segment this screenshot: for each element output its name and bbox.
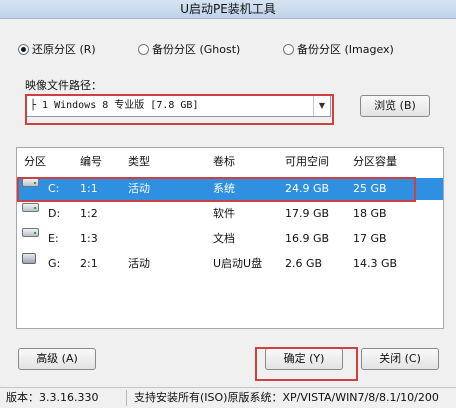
cell-free-space: 2.6 GB xyxy=(285,257,323,270)
highlight-box-image-path xyxy=(25,94,334,125)
cell-free-space: 16.9 GB xyxy=(285,232,330,245)
column-header-type[interactable]: 类型 xyxy=(128,152,150,171)
column-header-capacity[interactable]: 分区容量 xyxy=(353,152,397,171)
cell-volume-label: U启动U盘 xyxy=(213,257,263,270)
column-header-number[interactable]: 编号 xyxy=(80,152,102,171)
browse-button[interactable]: 浏览 (B) xyxy=(360,95,430,117)
radio-backup-imagex[interactable]: 备份分区 (Imagex) xyxy=(283,42,394,58)
cell-type: 活动 xyxy=(128,257,150,270)
cell-drive: D: xyxy=(48,207,61,220)
column-header-volume-label[interactable]: 卷标 xyxy=(213,152,235,171)
cell-number: 1:2 xyxy=(80,207,98,220)
window-title: U启动PE装机工具 xyxy=(180,2,276,16)
radio-unselected-icon xyxy=(283,44,294,55)
version-text: 版本：3.3.16.330 xyxy=(6,391,99,404)
cell-capacity: 14.3 GB xyxy=(353,257,398,270)
radio-restore-partition[interactable]: 还原分区 (R) xyxy=(18,42,96,58)
radio-backup-ghost[interactable]: 备份分区 (Ghost) xyxy=(138,42,240,58)
highlight-box-ok-button xyxy=(255,347,358,381)
close-button[interactable]: 关闭 (C) xyxy=(361,348,439,370)
column-header-partition[interactable]: 分区 xyxy=(24,152,46,171)
highlight-box-selected-partition xyxy=(17,177,416,202)
image-path-label: 映像文件路径： xyxy=(25,79,102,92)
cell-number: 2:1 xyxy=(80,257,98,270)
radio-label: 备份分区 (Imagex) xyxy=(297,43,394,56)
cell-volume-label: 软件 xyxy=(213,207,235,220)
radio-unselected-icon xyxy=(138,44,149,55)
cell-drive: E: xyxy=(48,232,59,245)
status-bar: 版本：3.3.16.330 支持安装所有(ISO)原版系统：XP/VISTA/W… xyxy=(0,387,456,408)
cell-drive: G: xyxy=(48,257,61,270)
column-header-free-space[interactable]: 可用空间 xyxy=(285,152,329,171)
status-divider xyxy=(126,390,127,406)
table-row[interactable]: E: 1:3 文档 16.9 GB 17 GB xyxy=(17,228,443,250)
radio-selected-icon xyxy=(18,44,29,55)
advanced-button[interactable]: 高级 (A) xyxy=(18,348,96,370)
hard-disk-icon xyxy=(22,228,39,237)
title-bar: U启动PE装机工具 xyxy=(0,0,456,19)
cell-capacity: 18 GB xyxy=(353,207,387,220)
hard-disk-icon xyxy=(22,203,39,212)
radio-label: 备份分区 (Ghost) xyxy=(152,43,241,56)
support-text: 支持安装所有(ISO)原版系统：XP/VISTA/WIN7/8/8.1/10/2… xyxy=(134,391,439,404)
cell-free-space: 17.9 GB xyxy=(285,207,330,220)
cell-volume-label: 文档 xyxy=(213,232,235,245)
table-row[interactable]: G: 2:1 活动 U启动U盘 2.6 GB 14.3 GB xyxy=(17,253,443,275)
cell-number: 1:3 xyxy=(80,232,98,245)
usb-drive-icon xyxy=(22,253,36,264)
partition-table-header: 分区 编号 类型 卷标 可用空间 分区容量 xyxy=(17,152,443,171)
table-row[interactable]: D: 1:2 软件 17.9 GB 18 GB xyxy=(17,203,443,225)
radio-label: 还原分区 (R) xyxy=(32,43,96,56)
cell-capacity: 17 GB xyxy=(353,232,387,245)
